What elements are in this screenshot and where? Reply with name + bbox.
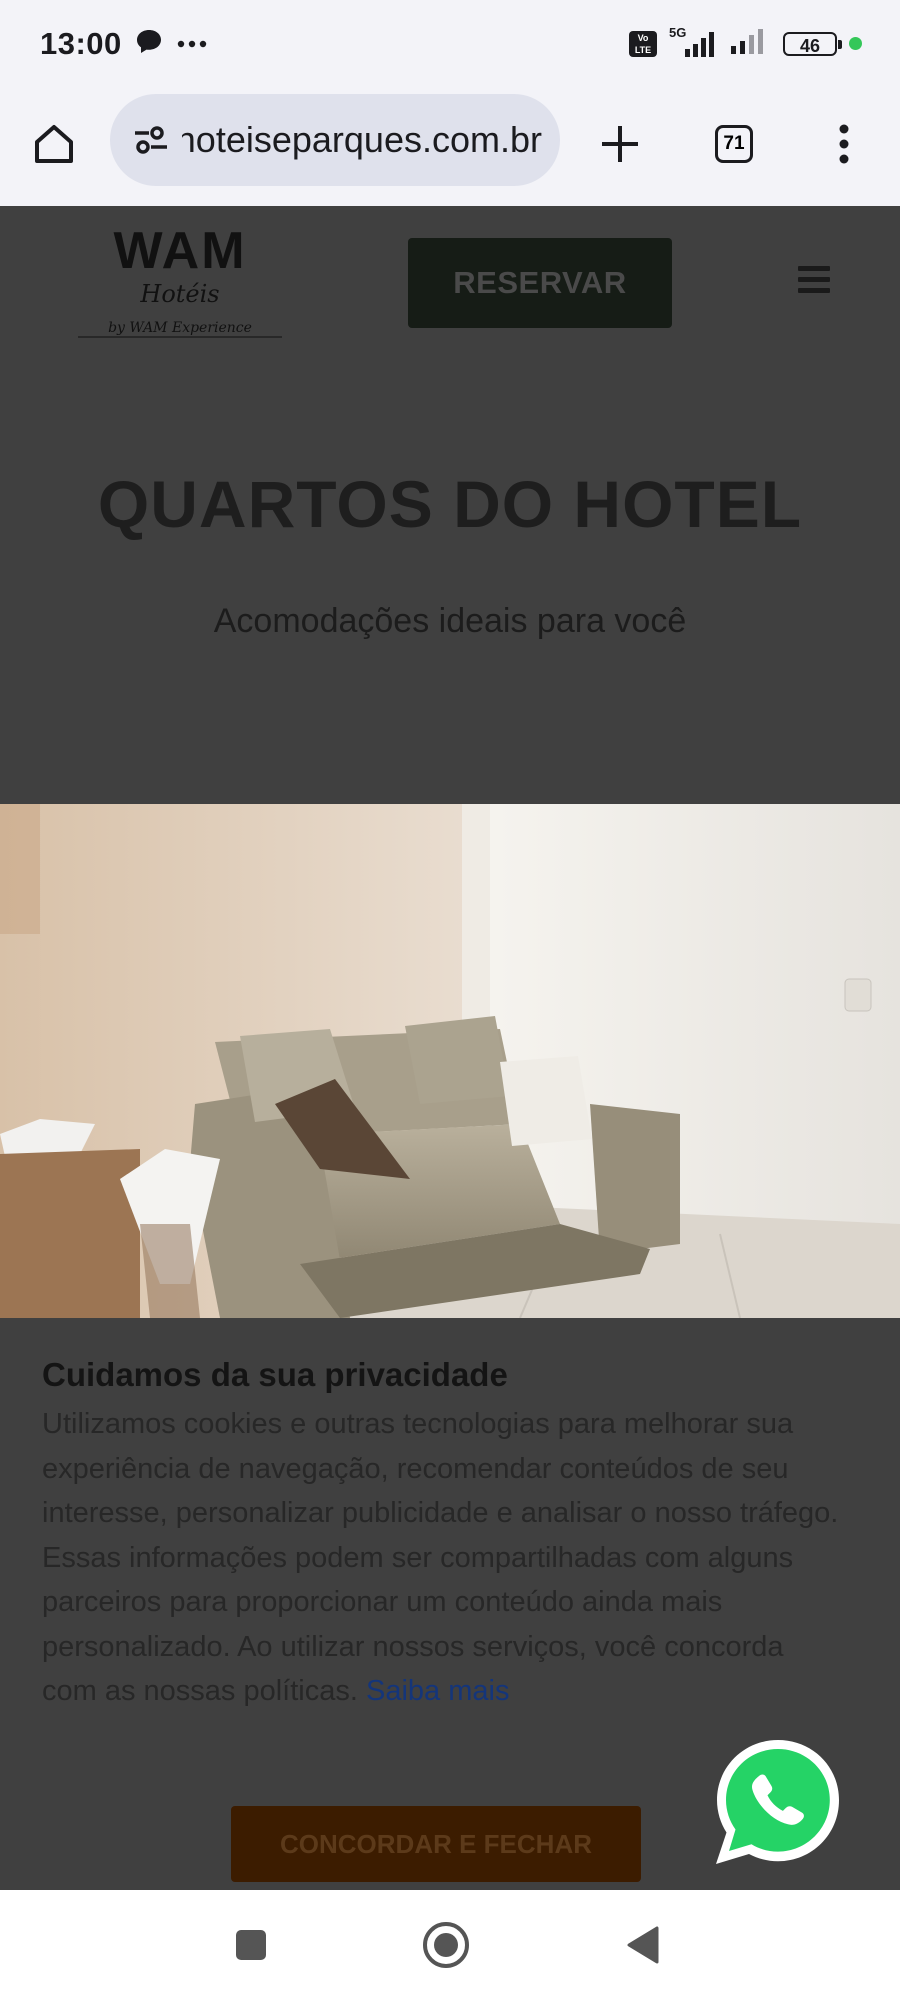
hamburger-menu-icon[interactable] (798, 266, 830, 296)
new-tab-button[interactable] (588, 112, 652, 176)
volte-icon: Vo LTE (629, 30, 657, 57)
status-system-icons: Vo LTE 5G 46 (629, 25, 862, 61)
cookie-banner-text: Utilizamos cookies e outras tecnologias … (42, 1402, 842, 1714)
back-nav-button[interactable] (618, 1920, 668, 1970)
back-triangle-icon (627, 1926, 659, 1964)
agree-and-close-button[interactable]: CONCORDAR E FECHAR (231, 1806, 641, 1882)
chat-bubble-icon (135, 28, 163, 59)
home-nav-button[interactable] (421, 1920, 471, 1970)
whatsapp-icon[interactable] (708, 1732, 848, 1872)
cookie-banner-title: Cuidamos da sua privacidade (42, 1356, 508, 1393)
cookie-body-text: Utilizamos cookies e outras tecnologias … (42, 1408, 839, 1707)
recents-square-icon (236, 1930, 266, 1960)
web-page: WAM Hotéis by WAM Experience RESERVAR QU… (0, 206, 900, 1890)
tab-switcher-button[interactable]: 71 (702, 112, 766, 176)
browser-toolbar: hoteiseparques.com.br 71 (0, 88, 900, 206)
url-text: hoteiseparques.com.br (182, 119, 542, 160)
browser-menu-button[interactable] (812, 112, 876, 176)
room-photo (0, 804, 900, 1318)
svg-text:WAM: WAM (113, 224, 246, 280)
new-tab-icon (602, 126, 638, 162)
system-navigation-bar (0, 1890, 900, 2000)
wam-hoteis-logo[interactable]: WAM Hotéis by WAM Experience (70, 224, 290, 344)
signal-icon (729, 26, 771, 61)
privacy-indicator-dot (849, 37, 862, 50)
status-bar: 13:00 Vo LTE 5G 46 (0, 0, 900, 88)
battery-icon: 46 (783, 31, 842, 56)
address-bar[interactable]: hoteiseparques.com.br (110, 94, 560, 186)
reserve-button[interactable]: RESERVAR (408, 238, 672, 328)
tab-switcher-icon: 71 (715, 125, 753, 163)
status-time: 13:00 (40, 26, 122, 61)
home-button[interactable] (22, 112, 86, 176)
learn-more-link[interactable]: Saiba mais (366, 1675, 509, 1707)
svg-text:by WAM Experience: by WAM Experience (108, 320, 252, 336)
recents-button[interactable] (226, 1920, 276, 1970)
5g-signal-icon: 5G (669, 25, 717, 59)
menu-dots-icon (839, 124, 849, 164)
more-dots-icon (177, 35, 207, 53)
site-settings-icon[interactable] (130, 118, 174, 162)
home-icon (35, 125, 73, 163)
page-subtitle: Acomodações ideais para você (213, 602, 687, 640)
svg-text:Hotéis: Hotéis (139, 280, 219, 308)
status-notification-icons (135, 28, 207, 59)
home-circle-icon (423, 1922, 469, 1968)
page-title: QUARTOS DO HOTEL (97, 467, 803, 541)
